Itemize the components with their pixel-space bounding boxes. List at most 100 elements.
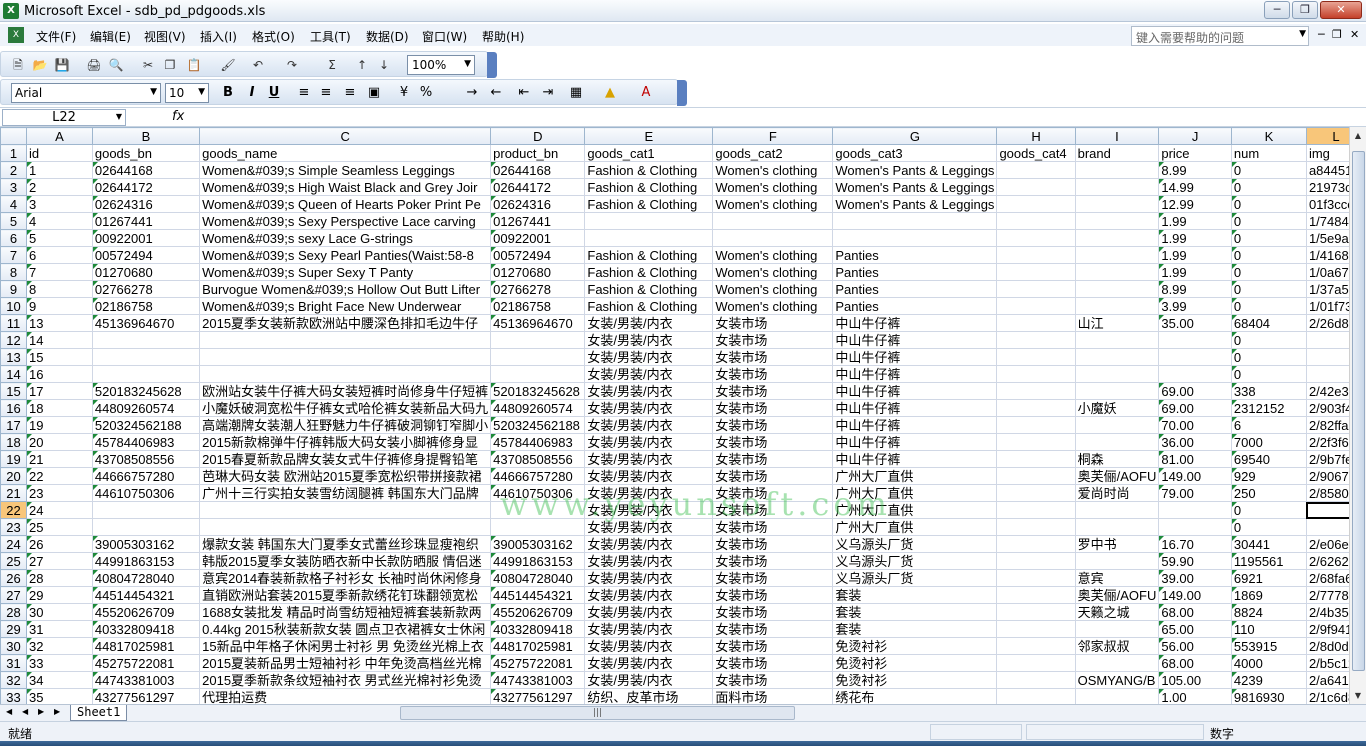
- decrease-indent-icon[interactable]: ⇤: [515, 84, 533, 102]
- cell[interactable]: 女装/男装/内衣: [584, 365, 714, 383]
- cell[interactable]: 芭琳大码女装 欧洲站2015夏季宽松织带拼接款裙: [199, 467, 492, 485]
- column-header-b[interactable]: B: [91, 127, 201, 145]
- cell[interactable]: [199, 348, 492, 366]
- cell[interactable]: [199, 331, 492, 349]
- cell[interactable]: [584, 229, 714, 247]
- cell[interactable]: 1869: [1230, 586, 1307, 604]
- cell[interactable]: 女装市场: [712, 331, 834, 349]
- cell[interactable]: Women&#039;s Bright Face New Underwear: [199, 297, 492, 315]
- cell[interactable]: Women's clothing: [712, 297, 834, 315]
- print-icon[interactable]: 🖨: [85, 56, 103, 74]
- italic-button[interactable]: I: [243, 84, 261, 102]
- sort-descending-icon[interactable]: ↓: [375, 56, 393, 74]
- cell[interactable]: 02644168: [91, 161, 201, 179]
- cell[interactable]: 女装市场: [712, 501, 834, 519]
- cell[interactable]: 女装/男装/内衣: [584, 399, 714, 417]
- cell[interactable]: 韩版2015夏季女装防晒衣新中长款防晒服 情侣迷: [199, 552, 492, 570]
- cell[interactable]: [996, 654, 1076, 672]
- cell[interactable]: 43708508556: [91, 450, 201, 468]
- cell[interactable]: Fashion & Clothing: [584, 280, 714, 298]
- decrease-decimal-icon[interactable]: ←: [487, 84, 505, 102]
- cell[interactable]: 1.99: [1158, 212, 1232, 230]
- cell[interactable]: [996, 416, 1076, 434]
- cell[interactable]: Women&#039;s Super Sexy T Panty: [199, 263, 492, 281]
- cell[interactable]: 0: [1230, 348, 1307, 366]
- cell[interactable]: 39005303162: [490, 535, 586, 553]
- cell[interactable]: [996, 280, 1076, 298]
- cell[interactable]: 18: [26, 399, 93, 417]
- cell[interactable]: 31: [26, 620, 93, 638]
- cell[interactable]: [996, 365, 1076, 383]
- cell[interactable]: 罗中书: [1074, 535, 1160, 553]
- cell[interactable]: 520324562188: [91, 416, 201, 434]
- cell[interactable]: 69.00: [1158, 399, 1232, 417]
- cell[interactable]: 女装市场: [712, 637, 834, 655]
- cell[interactable]: [996, 348, 1076, 366]
- cell[interactable]: 02186758: [490, 297, 586, 315]
- column-header-c[interactable]: C: [199, 127, 492, 145]
- column-header-i[interactable]: I: [1074, 127, 1160, 145]
- workbook-icon[interactable]: X: [8, 27, 24, 43]
- cell[interactable]: 338: [1230, 382, 1307, 400]
- cell[interactable]: 02766278: [490, 280, 586, 298]
- cell[interactable]: 553915: [1230, 637, 1307, 655]
- horizontal-scrollbar[interactable]: |||: [400, 706, 795, 720]
- cell[interactable]: 邻家叔叔: [1074, 637, 1160, 655]
- cell[interactable]: 44817025981: [490, 637, 586, 655]
- cell[interactable]: 40804728040: [490, 569, 586, 587]
- save-icon[interactable]: 💾: [53, 56, 71, 74]
- cell[interactable]: 女装/男装/内衣: [584, 314, 714, 332]
- currency-icon[interactable]: ¥: [395, 84, 413, 102]
- cell[interactable]: Women's clothing: [712, 280, 834, 298]
- chevron-down-icon[interactable]: ▼: [116, 112, 122, 121]
- cell[interactable]: 中山牛仔裤: [832, 331, 998, 349]
- cell[interactable]: [1074, 195, 1160, 213]
- cell[interactable]: [1074, 518, 1160, 536]
- cell[interactable]: [1074, 331, 1160, 349]
- cell[interactable]: 中山牛仔裤: [832, 450, 998, 468]
- cell[interactable]: [996, 518, 1076, 536]
- align-center-icon[interactable]: ≡: [317, 84, 335, 102]
- align-right-icon[interactable]: ≡: [341, 84, 359, 102]
- cell[interactable]: 79.00: [1158, 484, 1232, 502]
- row-header[interactable]: 6: [0, 229, 27, 247]
- menu-file[interactable]: 文件(F): [34, 28, 78, 45]
- scroll-down-icon[interactable]: ▼: [1350, 687, 1366, 704]
- cell[interactable]: [996, 603, 1076, 621]
- cell[interactable]: 女装/男装/内衣: [584, 637, 714, 655]
- row-header[interactable]: 25: [0, 552, 27, 570]
- cell[interactable]: 0: [1230, 212, 1307, 230]
- cell[interactable]: [996, 637, 1076, 655]
- row-header[interactable]: 2: [0, 161, 27, 179]
- cell[interactable]: 19: [26, 416, 93, 434]
- cell[interactable]: 4239: [1230, 671, 1307, 689]
- cell[interactable]: 中山牛仔裤: [832, 416, 998, 434]
- cell[interactable]: 43277561297: [91, 688, 201, 704]
- chevron-down-icon[interactable]: ▼: [150, 87, 157, 97]
- restore-button[interactable]: ❐: [1292, 1, 1318, 19]
- chevron-down-icon[interactable]: ▼: [464, 59, 471, 69]
- cell[interactable]: 意宾2014春装新款格子衬衫女 长袖时尚休闲修身: [199, 569, 492, 587]
- cell[interactable]: 13: [26, 314, 93, 332]
- cell[interactable]: 女装市场: [712, 433, 834, 451]
- cell[interactable]: 套装: [832, 603, 998, 621]
- cell[interactable]: [832, 229, 998, 247]
- cell[interactable]: Women&#039;s High Waist Black and Grey J…: [199, 178, 492, 196]
- cell[interactable]: 34: [26, 671, 93, 689]
- menu-insert[interactable]: 插入(I): [198, 28, 239, 45]
- cell[interactable]: 45136964670: [490, 314, 586, 332]
- undo-icon[interactable]: ↶: [249, 56, 267, 74]
- cell[interactable]: 1.00: [1158, 688, 1232, 704]
- cell[interactable]: Fashion & Clothing: [584, 161, 714, 179]
- cell[interactable]: 1195561: [1230, 552, 1307, 570]
- cell[interactable]: 女装市场: [712, 399, 834, 417]
- cell[interactable]: 免烫衬衫: [832, 637, 998, 655]
- increase-decimal-icon[interactable]: →: [463, 84, 481, 102]
- cell[interactable]: 小魔妖破洞宽松牛仔裤女式哈伦裤女装新品大码九: [199, 399, 492, 417]
- cell[interactable]: goods_bn: [91, 144, 201, 162]
- increase-indent-icon[interactable]: ⇥: [539, 84, 557, 102]
- excel-icon[interactable]: X: [3, 3, 19, 19]
- row-header[interactable]: 1: [0, 144, 27, 162]
- cell[interactable]: 69540: [1230, 450, 1307, 468]
- row-header[interactable]: 26: [0, 569, 27, 587]
